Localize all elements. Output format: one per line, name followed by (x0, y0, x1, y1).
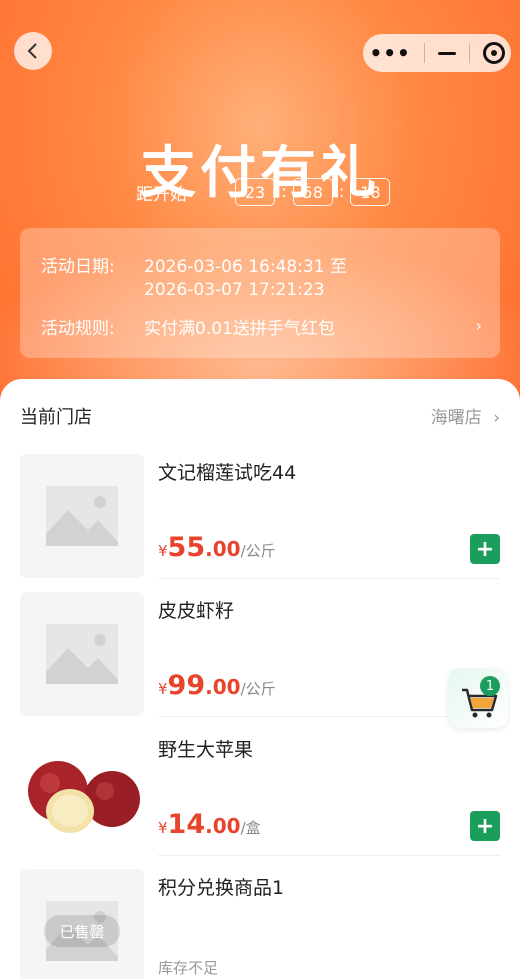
product-price: ¥55.00/公斤 (158, 532, 276, 563)
placeholder-image-icon (20, 592, 144, 716)
more-dots-icon[interactable]: ••• (369, 41, 410, 65)
mini-program-capsule: ••• (363, 34, 511, 72)
product-name: 积分兑换商品1 (158, 877, 285, 899)
cart-count-badge: 1 (480, 676, 500, 696)
countdown-label: 距开始 (136, 184, 187, 205)
product-name: 皮皮虾籽 (158, 600, 235, 622)
product-card: 当前门店 海曙店 › 文记榴莲试吃44 ¥55.00/公斤 + 皮皮虾籽 ¥99… (0, 379, 520, 979)
activity-rule-value: 实付满0.01送拼手气红包 (144, 319, 335, 339)
activity-info-panel[interactable]: 活动日期: 2026-03-06 16:48:31 至 2026-03-07 1… (20, 228, 500, 358)
product-price: ¥99.00/公斤 (158, 670, 276, 701)
add-to-cart-button[interactable]: + (470, 811, 500, 841)
store-name: 海曙店 (430, 408, 482, 428)
capsule-divider (468, 43, 470, 63)
store-selector[interactable]: 海曙店 › (431, 403, 500, 428)
countdown-hours: 23 (235, 178, 275, 206)
countdown-colon: : (281, 182, 287, 202)
apple-image (20, 731, 144, 855)
target-icon[interactable] (482, 42, 505, 64)
capsule-divider (423, 43, 425, 63)
add-to-cart-button[interactable]: + (470, 534, 500, 564)
divider (158, 855, 500, 856)
product-name: 文记榴莲试吃44 (158, 462, 297, 484)
current-store-label: 当前门店 (20, 407, 92, 428)
chevron-left-icon (27, 43, 37, 59)
countdown-minutes: 58 (292, 178, 333, 206)
product-item[interactable]: 文记榴莲试吃44 ¥55.00/公斤 + (20, 454, 500, 579)
chevron-right-icon: › (475, 316, 482, 335)
countdown: 距开始 23 : 58 : 18 (136, 178, 394, 206)
minus-icon[interactable] (437, 51, 456, 55)
divider (158, 578, 500, 579)
product-price: ¥14.00/盒 (158, 809, 261, 840)
placeholder-image-icon (20, 454, 144, 578)
back-button[interactable] (14, 32, 52, 70)
product-item[interactable]: 皮皮虾籽 ¥99.00/公斤 (20, 592, 500, 717)
product-item[interactable]: 野生大苹果 ¥14.00/盒 + (20, 731, 500, 856)
floating-cart-button[interactable]: 1 (448, 668, 508, 728)
stock-status: 库存不足 (158, 959, 219, 977)
product-item[interactable]: 已售罄 积分兑换商品1 库存不足 (20, 869, 500, 979)
page: ••• 支付有礼 距开始 23 : 58 : 18 活动日期: 2026-03-… (0, 0, 520, 979)
activity-date-line2: 2026-03-07 17:21:23 (144, 280, 325, 300)
sold-out-badge: 已售罄 (44, 915, 120, 947)
activity-rule-label: 活动规则: (41, 319, 115, 339)
chevron-right-icon: › (493, 408, 500, 428)
countdown-seconds: 18 (350, 178, 391, 206)
product-name: 野生大苹果 (158, 739, 254, 761)
activity-date-line1: 2026-03-06 16:48:31 至 (144, 257, 347, 277)
countdown-colon: : (338, 182, 345, 202)
cart-icon (462, 688, 498, 718)
activity-date-label: 活动日期: (41, 257, 115, 277)
